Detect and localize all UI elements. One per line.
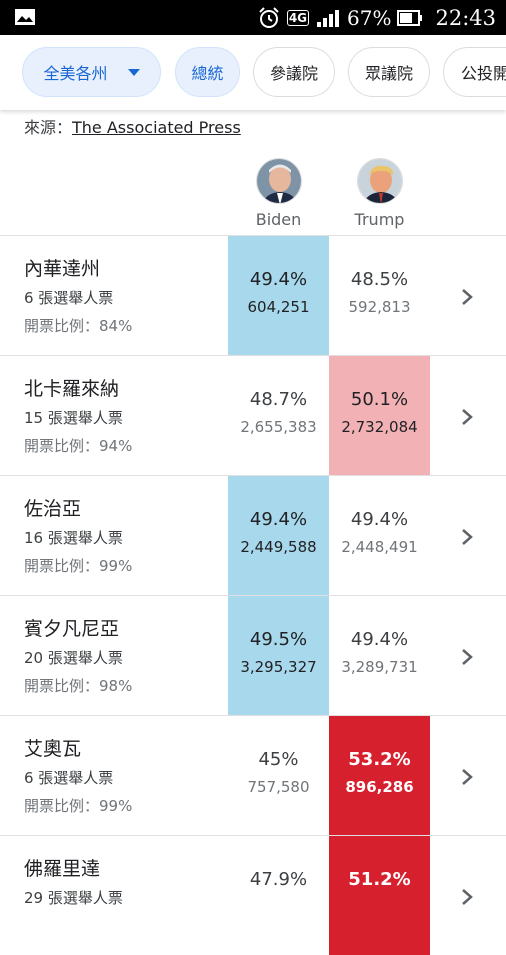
trump-percent: 49.4% [350, 509, 409, 530]
biden-result: 48.7% 2,655,383 [228, 356, 329, 475]
table-row[interactable]: 佛羅里達 29 張選舉人票 47.9% 51.2% [0, 835, 506, 955]
trump-votes: 2,448,491 [341, 538, 418, 556]
reported-percent: 開票比例：99% [24, 557, 133, 575]
trump-percent: 48.5% [350, 269, 409, 290]
signal-strength-icon [317, 9, 340, 27]
biden-votes: 2,655,383 [240, 418, 317, 436]
candidate-trump: Trump [329, 158, 430, 229]
electoral-votes: 20 張選舉人票 [24, 649, 123, 667]
trump-percent: 49.4% [350, 629, 409, 650]
biden-votes: 2,449,588 [240, 538, 317, 556]
biden-percent: 49.4% [249, 269, 308, 290]
table-row[interactable]: 佐治亞 16 張選舉人票 開票比例：99% 49.4% 2,449,588 49… [0, 475, 506, 595]
biden-votes: 3,295,327 [240, 658, 317, 676]
trump-votes: 3,289,731 [341, 658, 418, 676]
region-dropdown[interactable]: 全美各州 [22, 47, 161, 97]
trump-result: 49.4% 3,289,731 [329, 596, 430, 715]
candidate-name: Biden [255, 210, 302, 229]
battery-icon [397, 9, 423, 26]
chevron-right-icon[interactable] [460, 888, 474, 906]
filter-chip-bar: 全美各州 總統 參議院 眾議院 公投開 [0, 35, 506, 110]
source-line: 來源：The Associated Press [24, 114, 241, 138]
biden-percent: 47.9% [249, 869, 308, 890]
tab-ballot-measures[interactable]: 公投開 [443, 47, 506, 97]
network-type: 4G [286, 9, 310, 26]
avatar [356, 158, 403, 204]
trump-votes: 592,813 [348, 298, 411, 316]
trump-percent: 50.1% [350, 389, 409, 410]
trump-result: 53.2% 896,286 [329, 716, 430, 835]
trump-votes: 896,286 [345, 778, 414, 796]
trump-result: 50.1% 2,732,084 [329, 356, 430, 475]
biden-result: 49.4% 604,251 [228, 236, 329, 355]
biden-votes: 604,251 [247, 298, 310, 316]
tab-president[interactable]: 總統 [175, 47, 240, 97]
status-bar: 4G 67% 22:43 [0, 0, 506, 35]
trump-percent: 53.2% [348, 749, 411, 770]
biden-percent: 49.5% [249, 629, 308, 650]
alarm-icon [259, 6, 279, 28]
reported-percent: 開票比例：94% [24, 437, 133, 455]
tab-senate[interactable]: 參議院 [253, 47, 335, 97]
state-name: 佛羅里達 [24, 858, 101, 880]
biden-percent: 48.7% [249, 389, 308, 410]
table-row[interactable]: 北卡羅來納 15 張選舉人票 開票比例：94% 48.7% 2,655,383 … [0, 355, 506, 475]
tab-house-label: 眾議院 [364, 64, 413, 83]
biden-votes: 757,580 [247, 778, 310, 796]
battery-percent: 67% [347, 5, 392, 30]
biden-result: 49.5% 3,295,327 [228, 596, 329, 715]
avatar [255, 158, 302, 204]
electoral-votes: 6 張選舉人票 [24, 289, 114, 307]
biden-result: 49.4% 2,449,588 [228, 476, 329, 595]
biden-percent: 45% [258, 749, 299, 770]
candidate-name: Trump [354, 210, 405, 229]
table-row[interactable]: 艾奧瓦 6 張選舉人票 開票比例：99% 45% 757,580 53.2% 8… [0, 715, 506, 835]
electoral-votes: 6 張選舉人票 [24, 769, 114, 787]
table-row[interactable]: 內華達州 6 張選舉人票 開票比例：84% 49.4% 604,251 48.5… [0, 235, 506, 355]
source-link[interactable]: The Associated Press [72, 118, 241, 137]
electoral-votes: 29 張選舉人票 [24, 889, 123, 907]
trump-votes: 2,732,084 [341, 418, 418, 436]
chevron-right-icon[interactable] [460, 408, 474, 426]
electoral-votes: 15 張選舉人票 [24, 409, 123, 427]
electoral-votes: 16 張選舉人票 [24, 529, 123, 547]
state-name: 內華達州 [24, 258, 101, 280]
biden-portrait-icon [256, 159, 301, 203]
tab-ballot-measures-label: 公投開 [461, 64, 506, 83]
trump-portrait-icon [357, 159, 402, 203]
state-name: 佐治亞 [24, 498, 82, 520]
chevron-right-icon[interactable] [460, 528, 474, 546]
reported-percent: 開票比例：84% [24, 317, 133, 335]
candidate-header: Biden Trump [0, 158, 506, 234]
reported-percent: 開票比例：99% [24, 797, 133, 815]
chevron-right-icon[interactable] [460, 768, 474, 786]
biden-result: 47.9% [228, 836, 329, 955]
gallery-notification-icon [15, 9, 35, 25]
chevron-right-icon[interactable] [460, 288, 474, 306]
source-label: 來源： [24, 118, 73, 137]
tab-house[interactable]: 眾議院 [348, 47, 430, 97]
trump-result: 48.5% 592,813 [329, 236, 430, 355]
trump-result: 49.4% 2,448,491 [329, 476, 430, 595]
biden-result: 45% 757,580 [228, 716, 329, 835]
tab-senate-label: 參議院 [269, 64, 318, 83]
region-dropdown-label: 全美各州 [43, 64, 108, 83]
trump-percent: 51.2% [348, 869, 411, 890]
tab-president-label: 總統 [191, 64, 224, 83]
state-name: 北卡羅來納 [24, 378, 120, 400]
chevron-right-icon[interactable] [460, 648, 474, 666]
trump-result: 51.2% [329, 836, 430, 955]
state-name: 賓夕凡尼亞 [24, 618, 120, 640]
clock: 22:43 [435, 5, 496, 30]
results-table: 內華達州 6 張選舉人票 開票比例：84% 49.4% 604,251 48.5… [0, 235, 506, 955]
table-row[interactable]: 賓夕凡尼亞 20 張選舉人票 開票比例：98% 49.5% 3,295,327 … [0, 595, 506, 715]
reported-percent: 開票比例：98% [24, 677, 133, 695]
candidate-biden: Biden [228, 158, 329, 229]
state-name: 艾奧瓦 [24, 738, 82, 760]
biden-percent: 49.4% [249, 509, 308, 530]
chevron-down-icon [127, 68, 140, 76]
